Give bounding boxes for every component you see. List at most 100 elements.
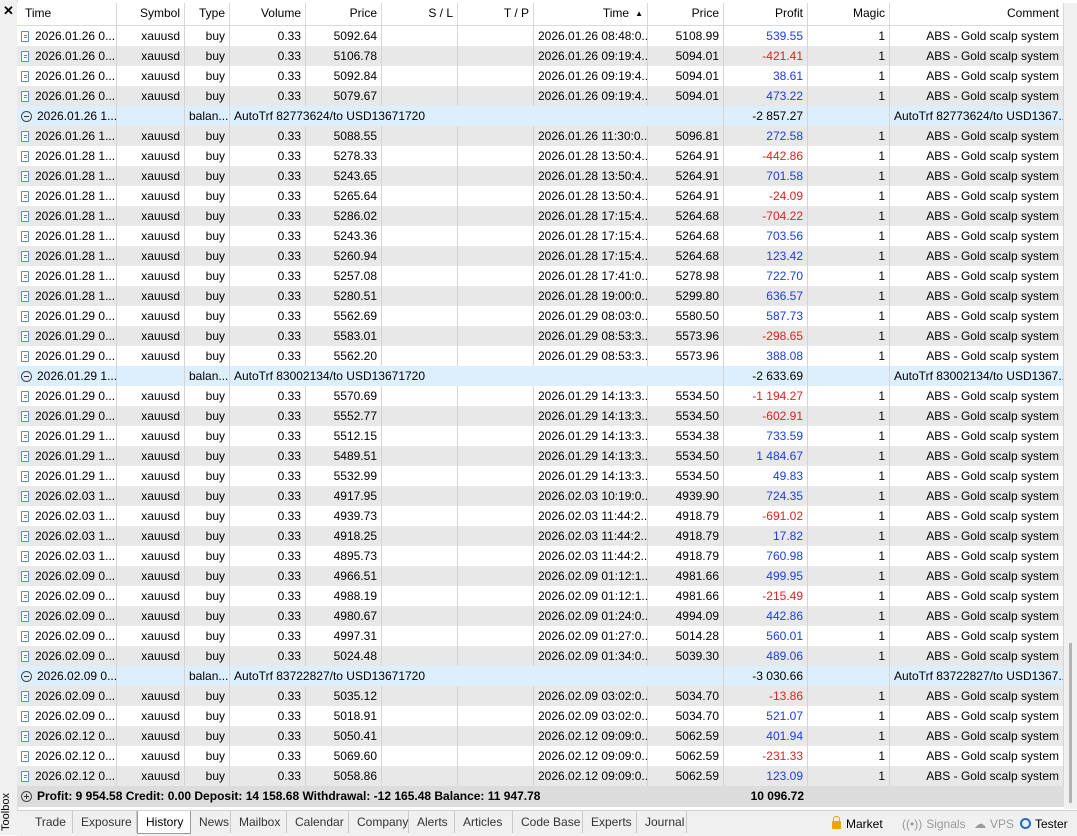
table-row[interactable]: 2026.01.29 0... xauusd buy 0.33 5552.77 2026.… bbox=[17, 406, 1064, 426]
cell-sl bbox=[382, 206, 458, 226]
cell-price: 5243.65 bbox=[306, 166, 382, 186]
cell-comment: ABS - Gold scalp system bbox=[890, 46, 1064, 66]
table-row[interactable]: 2026.01.28 1... xauusd buy 0.33 5278.33 2026.… bbox=[17, 146, 1064, 166]
table-row[interactable]: 2026.01.29 0... xauusd buy 0.33 5583.01 2026.… bbox=[17, 326, 1064, 346]
cell-price: 5278.33 bbox=[306, 146, 382, 166]
table-row[interactable]: 2026.02.09 0... xauusd buy 0.33 4997.31 2026.… bbox=[17, 626, 1064, 646]
table-row[interactable]: 2026.01.26 0... xauusd buy 0.33 5092.84 2026.… bbox=[17, 66, 1064, 86]
table-row[interactable]: 2026.02.09 0... xauusd buy 0.33 5035.12 2026.… bbox=[17, 686, 1064, 706]
table-row[interactable]: 2026.01.29 1... xauusd buy 0.33 5532.99 2026.… bbox=[17, 466, 1064, 486]
cell-sl bbox=[382, 566, 458, 586]
balance-row[interactable]: 2026.01.29 1... balan... AutoTrf 83002134/… bbox=[17, 366, 1064, 386]
deal-document-icon bbox=[21, 31, 29, 42]
expand-icon[interactable] bbox=[21, 791, 32, 802]
table-row[interactable]: 2026.02.03 1... xauusd buy 0.33 4939.73 2026.… bbox=[17, 506, 1064, 526]
table-row[interactable]: 2026.02.09 0... xauusd buy 0.33 4980.67 2026.… bbox=[17, 606, 1064, 626]
collapse-icon[interactable] bbox=[21, 371, 32, 382]
tab-trade[interactable]: Trade bbox=[27, 811, 73, 833]
col-magic[interactable]: Magic bbox=[808, 3, 890, 25]
table-row[interactable]: 2026.02.12 0... xauusd buy 0.33 5058.86 2026.… bbox=[17, 766, 1064, 786]
col-profit[interactable]: Profit bbox=[724, 3, 808, 25]
table-row[interactable]: 2026.02.09 0... xauusd buy 0.33 4988.19 2026.… bbox=[17, 586, 1064, 606]
tab-calendar[interactable]: Calendar bbox=[287, 811, 349, 833]
scrollbar-thumb[interactable] bbox=[1069, 643, 1072, 803]
cell-open: 2026.01.29 1... bbox=[17, 426, 117, 446]
tab-company[interactable]: Company bbox=[349, 811, 409, 833]
cell-type: balan... bbox=[185, 106, 230, 126]
table-row[interactable]: 2026.01.26 0... xauusd buy 0.33 5106.78 2026.… bbox=[17, 46, 1064, 66]
tab-tester[interactable]: Tester bbox=[1020, 814, 1068, 834]
table-row[interactable]: 2026.01.28 1... xauusd buy 0.33 5257.08 2026.… bbox=[17, 266, 1064, 286]
tab-history[interactable]: History bbox=[137, 811, 191, 834]
table-row[interactable]: 2026.01.28 1... xauusd buy 0.33 5265.64 2026.… bbox=[17, 186, 1064, 206]
collapse-icon[interactable] bbox=[21, 671, 32, 682]
summary-row: Profit: 9 954.58 Credit: 0.00 Deposit: 1… bbox=[17, 786, 1064, 807]
toolbox-label[interactable]: Toolbox bbox=[0, 790, 15, 835]
cell-magic bbox=[808, 666, 890, 686]
cell-vol: 0.33 bbox=[230, 186, 306, 206]
table-row[interactable]: 2026.02.03 1... xauusd buy 0.33 4918.25 2026.… bbox=[17, 526, 1064, 546]
tab-news[interactable]: News bbox=[191, 811, 231, 833]
tab-exposure[interactable]: Exposure bbox=[73, 811, 137, 833]
cell-sl bbox=[382, 766, 458, 786]
col-close-price[interactable]: Price bbox=[648, 3, 724, 25]
balance-row[interactable]: 2026.02.09 0... balan... AutoTrf 83722827/… bbox=[17, 666, 1064, 686]
col-comment[interactable]: Comment bbox=[890, 3, 1064, 25]
col-sl[interactable]: S / L bbox=[382, 3, 458, 25]
table-row[interactable]: 2026.02.03 1... xauusd buy 0.33 4917.95 2026.… bbox=[17, 486, 1064, 506]
cell-close: 2026.01.28 19:00:0... bbox=[534, 286, 648, 306]
table-header: Time Symbol Type Volume Price S / L T / … bbox=[17, 3, 1064, 26]
table-row[interactable]: 2026.01.28 1... xauusd buy 0.33 5243.36 2026.… bbox=[17, 226, 1064, 246]
cell-sl bbox=[382, 486, 458, 506]
col-price[interactable]: Price bbox=[306, 3, 382, 25]
table-row[interactable]: 2026.02.12 0... xauusd buy 0.33 5069.60 2026.… bbox=[17, 746, 1064, 766]
table-row[interactable]: 2026.02.12 0... xauusd buy 0.33 5050.41 2026.… bbox=[17, 726, 1064, 746]
table-row[interactable]: 2026.02.09 0... xauusd buy 0.33 5018.91 2026.… bbox=[17, 706, 1064, 726]
cell-type: buy bbox=[185, 506, 230, 526]
table-row[interactable]: 2026.01.29 0... xauusd buy 0.33 5562.69 2026.… bbox=[17, 306, 1064, 326]
tab-experts[interactable]: Experts bbox=[583, 811, 637, 833]
tab-alerts[interactable]: Alerts bbox=[409, 811, 455, 833]
table-row[interactable]: 2026.01.28 1... xauusd buy 0.33 5260.94 2026.… bbox=[17, 246, 1064, 266]
cell-comment: ABS - Gold scalp system bbox=[890, 706, 1064, 726]
col-volume[interactable]: Volume bbox=[230, 3, 306, 25]
cell-price: 4918.25 bbox=[306, 526, 382, 546]
cell-cprice: 5108.99 bbox=[648, 26, 724, 46]
table-row[interactable]: 2026.01.28 1... xauusd buy 0.33 5280.51 2026.… bbox=[17, 286, 1064, 306]
table-row[interactable]: 2026.01.26 0... xauusd buy 0.33 5092.64 2026.… bbox=[17, 26, 1064, 46]
cell-sym: xauusd bbox=[117, 486, 185, 506]
cell-magic: 1 bbox=[808, 446, 890, 466]
tab-market[interactable]: Market bbox=[832, 814, 883, 834]
col-symbol[interactable]: Symbol bbox=[117, 3, 185, 25]
table-row[interactable]: 2026.02.09 0... xauusd buy 0.33 5024.48 2026.… bbox=[17, 646, 1064, 666]
tab-signals[interactable]: ((•)) Signals bbox=[902, 814, 966, 834]
cell-comment: ABS - Gold scalp system bbox=[890, 586, 1064, 606]
table-row[interactable]: 2026.01.28 1... xauusd buy 0.33 5243.65 2026.… bbox=[17, 166, 1064, 186]
table-row[interactable]: 2026.02.09 0... xauusd buy 0.33 4966.51 2026.… bbox=[17, 566, 1064, 586]
table-row[interactable]: 2026.01.29 0... xauusd buy 0.33 5570.69 2026.… bbox=[17, 386, 1064, 406]
tab-journal[interactable]: Journal bbox=[637, 811, 687, 833]
tab-articles[interactable]: Articles bbox=[455, 811, 513, 833]
col-close-time[interactable]: Time ▲ bbox=[534, 3, 648, 25]
tab-mailbox[interactable]: Mailbox bbox=[231, 811, 287, 833]
collapse-icon[interactable] bbox=[21, 111, 32, 122]
close-icon[interactable]: ✕ bbox=[3, 4, 14, 17]
tab-code-base[interactable]: Code Base bbox=[513, 811, 583, 833]
balance-row[interactable]: 2026.01.26 1... balan... AutoTrf 82773624/… bbox=[17, 106, 1064, 126]
tab-vps[interactable]: ☁ VPS bbox=[974, 814, 1014, 834]
table-row[interactable]: 2026.01.26 1... xauusd buy 0.33 5088.55 2026.… bbox=[17, 126, 1064, 146]
vertical-scrollbar[interactable] bbox=[1064, 3, 1077, 809]
table-row[interactable]: 2026.01.29 0... xauusd buy 0.33 5562.20 2026.… bbox=[17, 346, 1064, 366]
table-row[interactable]: 2026.01.26 0... xauusd buy 0.33 5079.67 2026.… bbox=[17, 86, 1064, 106]
table-row[interactable]: 2026.01.28 1... xauusd buy 0.33 5286.02 2026.… bbox=[17, 206, 1064, 226]
deal-document-icon bbox=[21, 211, 29, 222]
cell-profit: -231.33 bbox=[724, 746, 808, 766]
table-row[interactable]: 2026.01.29 1... xauusd buy 0.33 5489.51 2026.… bbox=[17, 446, 1064, 466]
col-open-time[interactable]: Time bbox=[17, 3, 117, 25]
table-row[interactable]: 2026.01.29 1... xauusd buy 0.33 5512.15 2026.… bbox=[17, 426, 1064, 446]
table-row[interactable]: 2026.02.03 1... xauusd buy 0.33 4895.73 2026.… bbox=[17, 546, 1064, 566]
col-type[interactable]: Type bbox=[185, 3, 230, 25]
cell-sl bbox=[382, 326, 458, 346]
cell-vol: 0.33 bbox=[230, 686, 306, 706]
col-tp[interactable]: T / P bbox=[458, 3, 534, 25]
